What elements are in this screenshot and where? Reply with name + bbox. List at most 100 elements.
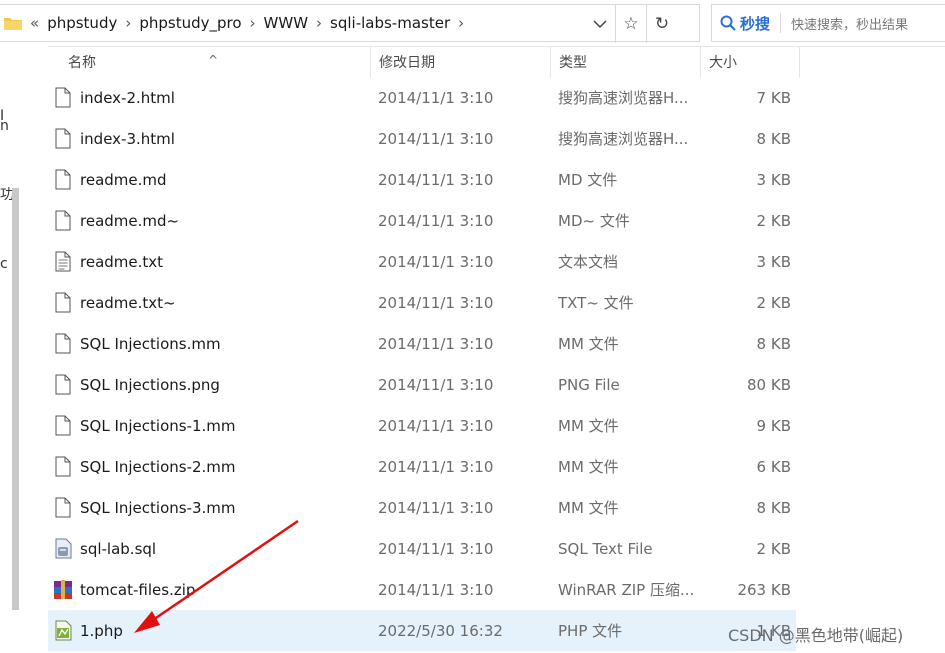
file-size: 3 KB [756,170,791,189]
chevron-right-icon[interactable]: › [250,14,256,32]
file-row[interactable]: index-3.html 2014/11/1 3:10 搜狗高速浏览器H... 8 K… [48,118,800,159]
file-name-cell[interactable]: tomcat-files.zip [52,569,370,610]
chevron-right-icon[interactable]: › [316,14,322,32]
search-input[interactable]: 快速搜索，秒出结果 [791,14,908,33]
file-row[interactable]: SQL Injections-1.mm 2014/11/1 3:10 MM 文件 9 … [48,405,800,446]
breadcrumb-phpstudy[interactable]: phpstudy [47,14,117,32]
folder-icon [4,16,22,30]
chevron-right-icon[interactable]: › [125,14,131,32]
column-name[interactable]: 名称 ^ [48,46,370,78]
file-date: 2014/11/1 3:10 [378,252,494,271]
document-icon [52,414,74,438]
breadcrumb-phpstudy-pro[interactable]: phpstudy_pro [139,14,241,32]
search-divider [780,13,782,33]
file-date: 2022/5/30 16:32 [378,621,503,640]
file-date: 2014/11/1 3:10 [378,539,494,558]
file-row[interactable]: sql-lab.sql 2014/11/1 3:10 SQL Text File 2 … [48,528,800,569]
file-name: SQL Injections-1.mm [80,416,236,435]
file-name-cell[interactable]: readme.md~ [52,200,370,241]
file-type: 搜狗高速浏览器H... [558,89,689,107]
file-type: MM 文件 [558,335,619,353]
search-button[interactable]: 秒搜 [712,13,770,34]
search-button-label: 秒搜 [740,14,771,33]
file-name-cell[interactable]: SQL Injections-3.mm [52,487,370,528]
file-row[interactable]: 1.php 2022/5/30 16:32 PHP 文件 1 KB [48,610,796,651]
file-row[interactable]: SQL Injections-2.mm 2014/11/1 3:10 MM 文件 6 … [48,446,800,487]
file-name: SQL Injections.png [80,375,220,394]
file-name: readme.md [80,170,167,189]
file-name-cell[interactable]: readme.md [52,159,370,200]
refresh-icon[interactable]: ↻ [646,5,677,43]
file-date: 2014/11/1 3:10 [378,580,494,599]
file-row[interactable]: SQL Injections-3.mm 2014/11/1 3:10 MM 文件 8 … [48,487,800,528]
file-name-cell[interactable]: SQL Injections.mm [52,323,370,364]
address-bar[interactable]: « phpstudy › phpstudy_pro › WWW › sqli-l… [0,4,700,43]
php-file-icon [52,619,74,643]
file-name: readme.txt~ [80,293,176,312]
breadcrumb-sqli-labs-master[interactable]: sqli-labs-master [330,14,450,32]
file-name: tomcat-files.zip [80,580,196,599]
file-type: TXT~ 文件 [558,294,634,312]
file-type: 文本文档 [558,253,619,271]
file-name: index-3.html [80,129,175,148]
file-name-cell[interactable]: SQL Injections-1.mm [52,405,370,446]
navigation-pane: I n 功 c [0,46,48,653]
column-date[interactable]: 修改日期 [370,46,550,78]
file-type: SQL Text File [558,539,653,558]
file-name: SQL Injections-3.mm [80,498,236,517]
file-date: 2014/11/1 3:10 [378,457,494,476]
document-icon [52,86,74,110]
history-dropdown-icon[interactable] [585,5,615,43]
file-size: 7 KB [756,88,791,107]
file-type: 搜狗高速浏览器H... [558,130,689,148]
column-size-label: 大小 [709,55,737,71]
file-row[interactable]: readme.txt 2014/11/1 3:10 文本文档 3 KB [48,241,800,282]
file-name: SQL Injections.mm [80,334,221,353]
file-type: MD~ 文件 [558,212,630,230]
file-row[interactable]: readme.txt~ 2014/11/1 3:10 TXT~ 文件 2 KB [48,282,800,323]
nav-fragment[interactable]: n [0,118,9,134]
file-row[interactable]: readme.md 2014/11/1 3:10 MD 文件 3 KB [48,159,800,200]
file-date: 2014/11/1 3:10 [378,334,494,353]
file-size: 6 KB [756,457,791,476]
star-icon[interactable]: ☆ [615,5,646,43]
file-type: PNG File [558,375,620,394]
file-row[interactable]: SQL Injections.png 2014/11/1 3:10 PNG File… [48,364,800,405]
search-box[interactable]: 秒搜 快速搜索，秒出结果 [711,4,945,42]
file-date: 2014/11/1 3:10 [378,416,494,435]
file-name: readme.md~ [80,211,180,230]
nav-scrollbar[interactable] [12,188,19,610]
file-name-cell[interactable]: index-3.html [52,118,370,159]
file-name-cell[interactable]: index-2.html [52,77,370,118]
file-name-cell[interactable]: 1.php [52,610,370,651]
document-icon [52,332,74,356]
file-size: 8 KB [756,129,791,148]
breadcrumb-overflow[interactable]: « [30,14,39,32]
column-type[interactable]: 类型 [550,46,700,78]
chevron-right-icon[interactable]: › [458,14,464,32]
column-header: 名称 ^ 修改日期 类型 大小 [48,46,800,78]
file-row[interactable]: index-2.html 2014/11/1 3:10 搜狗高速浏览器H... 7 K… [48,77,800,118]
file-name-cell[interactable]: readme.txt~ [52,282,370,323]
file-type: WinRAR ZIP 压缩... [558,581,695,599]
text-file-icon [52,250,74,274]
file-name-cell[interactable]: SQL Injections-2.mm [52,446,370,487]
winrar-archive-icon [52,578,74,602]
file-name-cell[interactable]: SQL Injections.png [52,364,370,405]
file-row[interactable]: SQL Injections.mm 2014/11/1 3:10 MM 文件 8 KB [48,323,800,364]
file-date: 2014/11/1 3:10 [378,211,494,230]
watermark: CSDN @黑色地带(崛起) [728,626,904,645]
file-row[interactable]: tomcat-files.zip 2014/11/1 3:10 WinRAR ZIP… [48,569,800,610]
file-name-cell[interactable]: sql-lab.sql [52,528,370,569]
file-size: 2 KB [756,539,791,558]
file-date: 2014/11/1 3:10 [378,498,494,517]
file-type: MM 文件 [558,499,619,517]
file-size: 8 KB [756,334,791,353]
file-row[interactable]: readme.md~ 2014/11/1 3:10 MD~ 文件 2 KB [48,200,800,241]
document-icon [52,168,74,192]
document-icon [52,209,74,233]
breadcrumb-www[interactable]: WWW [264,14,309,32]
column-size[interactable]: 大小 [700,46,800,78]
nav-fragment[interactable]: c [0,256,8,272]
file-name-cell[interactable]: readme.txt [52,241,370,282]
